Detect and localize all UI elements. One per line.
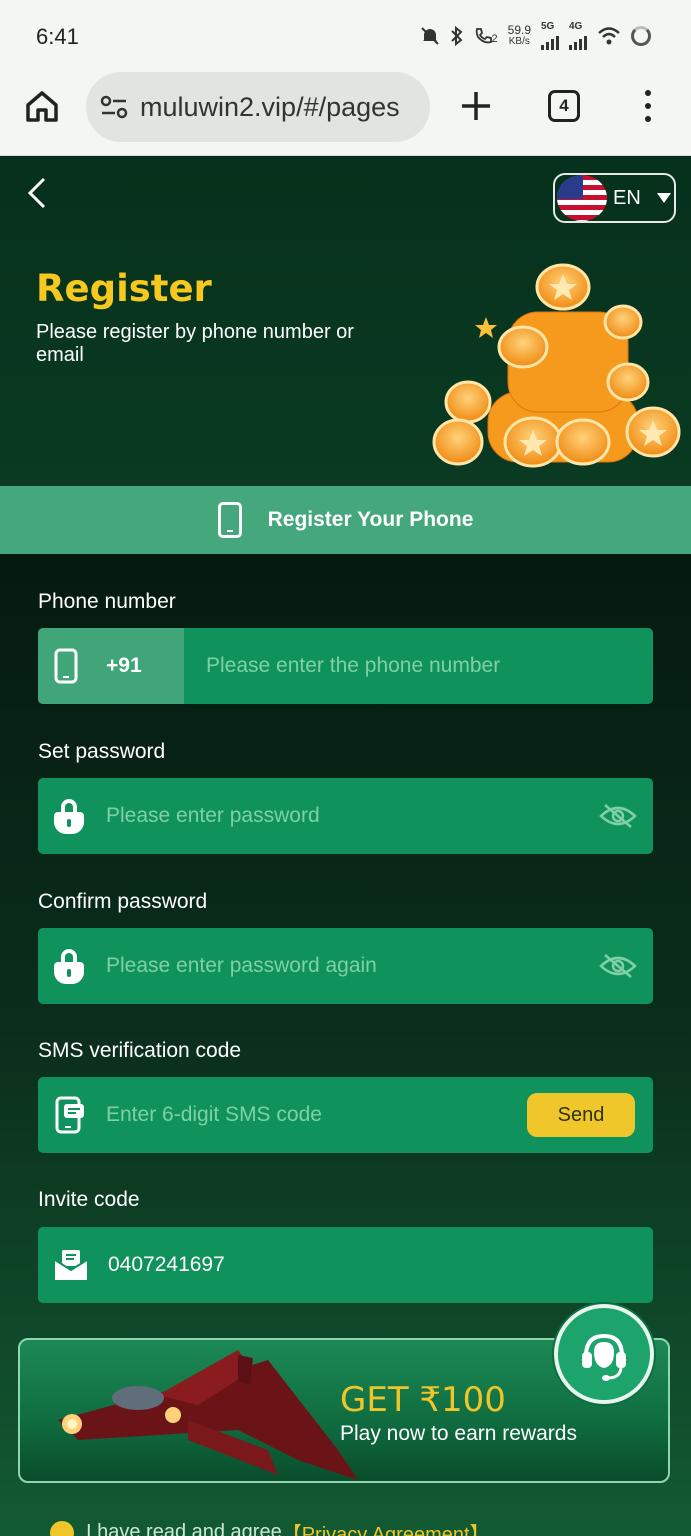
status-bar: 6:41 2 59.9 KB/s 5G 4G — [0, 0, 691, 72]
status-icons: 2 59.9 KB/s 5G 4G — [420, 22, 651, 50]
customer-support-button[interactable] — [554, 1304, 654, 1404]
confirm-password-input[interactable] — [106, 954, 566, 978]
speed-value: 59.9 — [507, 23, 531, 37]
new-tab-plus-icon[interactable] — [458, 88, 494, 124]
hero-banner: EN Register Please register by phone num… — [0, 157, 691, 486]
sms-code-input[interactable] — [106, 1103, 466, 1127]
eye-off-icon[interactable] — [599, 952, 637, 980]
phone-number-label: Phone number — [38, 590, 176, 613]
network-speed: 59.9 KB/s — [507, 23, 531, 47]
back-icon[interactable] — [24, 175, 50, 211]
sms-phone-icon — [55, 1096, 84, 1134]
address-bar[interactable]: muluwin2.vip/#/pages — [86, 72, 430, 142]
password-input[interactable] — [106, 804, 566, 828]
page-title: Register — [36, 267, 212, 310]
sms-field: Send — [38, 1077, 653, 1153]
privacy-agreement-link[interactable]: 【Privacy Agreement】 — [282, 1518, 490, 1536]
call-sim-label: 2 — [491, 33, 498, 45]
password-field — [38, 778, 653, 854]
promo-title: GET ₹100 — [340, 1380, 506, 1420]
call-icon: 2 — [474, 27, 498, 45]
speed-unit: KB/s — [508, 36, 530, 47]
site-settings-icon[interactable] — [100, 95, 128, 119]
wifi-icon — [598, 27, 620, 45]
invite-code-label: Invite code — [38, 1188, 140, 1211]
us-flag-icon — [557, 175, 607, 221]
menu-icon[interactable] — [640, 90, 656, 122]
confirm-password-field — [38, 928, 653, 1004]
signal-5g-icon: 5G — [541, 22, 559, 50]
fighter-jet-illustration — [58, 1350, 358, 1480]
browser-toolbar: muluwin2.vip/#/pages 4 — [0, 72, 691, 156]
mute-bell-icon — [420, 27, 439, 45]
headset-support-icon — [582, 1333, 626, 1381]
send-sms-button[interactable]: Send — [527, 1093, 635, 1137]
agreement-text: I have read and agree — [86, 1521, 282, 1536]
phone-icon — [217, 502, 242, 538]
country-code-selector[interactable]: +91 — [38, 628, 184, 704]
tab-label: Register Your Phone — [267, 508, 474, 531]
battery-ring-icon — [631, 26, 651, 46]
phone-icon — [54, 648, 78, 684]
signal-4g-icon: 4G — [569, 22, 587, 50]
confirm-password-label: Confirm password — [38, 890, 208, 913]
net1-label: 5G — [541, 21, 555, 32]
phone-input[interactable] — [206, 654, 626, 678]
status-time: 6:41 — [36, 24, 79, 49]
language-selector[interactable]: EN — [553, 173, 676, 223]
home-icon[interactable] — [24, 88, 60, 124]
bluetooth-icon — [450, 26, 463, 46]
invite-field: 0407241697 — [38, 1227, 653, 1303]
language-label: EN — [613, 186, 641, 209]
sms-code-label: SMS verification code — [38, 1039, 242, 1062]
net2-label: 4G — [569, 21, 583, 32]
lock-icon — [54, 799, 84, 834]
country-code: +91 — [106, 654, 142, 677]
set-password-label: Set password — [38, 740, 166, 763]
invite-code-value[interactable]: 0407241697 — [108, 1253, 225, 1277]
eye-off-icon[interactable] — [599, 802, 637, 830]
check-icon[interactable] — [50, 1520, 74, 1536]
chevron-down-icon — [656, 193, 671, 203]
agreement-row: I have read and agree 【Privacy Agreement… — [50, 1518, 490, 1536]
url-text: muluwin2.vip/#/pages — [140, 91, 400, 122]
phone-field: +91 — [38, 628, 653, 704]
lock-icon — [54, 949, 84, 984]
tabs-icon[interactable]: 4 — [548, 90, 580, 122]
page-subtitle: Please register by phone number or email — [36, 321, 354, 366]
envelope-icon — [54, 1250, 88, 1280]
tab-register-phone[interactable]: Register Your Phone — [0, 486, 691, 554]
promo-subtitle: Play now to earn rewards — [340, 1422, 577, 1445]
gold-coins-illustration — [432, 263, 681, 468]
